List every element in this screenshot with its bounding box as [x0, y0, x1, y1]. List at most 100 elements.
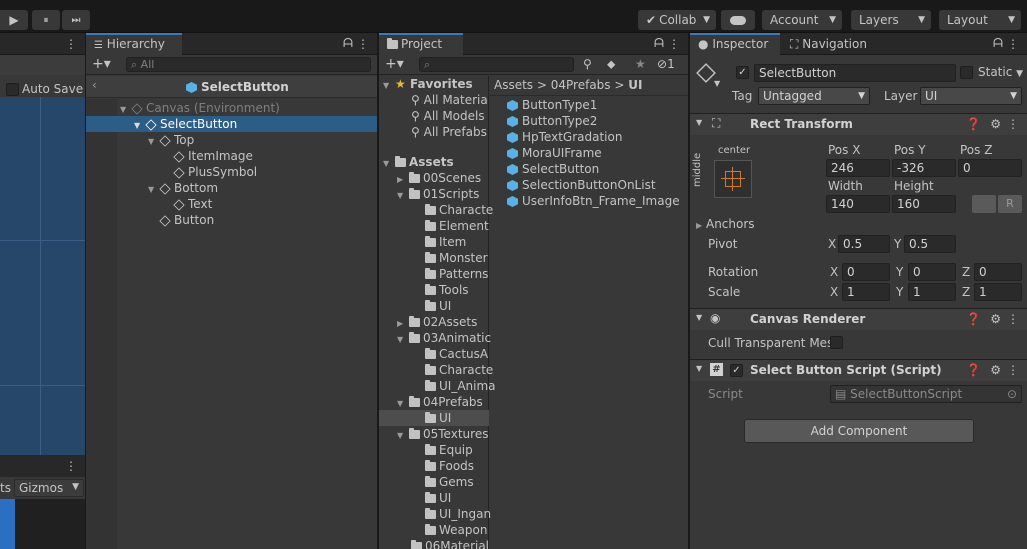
folder-item[interactable]: ▼ 04Prefabs: [397, 394, 483, 410]
raw-edit-button[interactable]: R: [998, 195, 1022, 213]
file-item[interactable]: ButtonType2: [507, 113, 597, 129]
hierarchy-item[interactable]: PlusSymbol: [173, 164, 257, 180]
file-item[interactable]: SelectionButtonOnList: [507, 177, 656, 193]
add-component-button[interactable]: Add Component: [744, 419, 974, 443]
hierarchy-item[interactable]: Text: [173, 196, 212, 212]
pos-y-field[interactable]: -326: [892, 159, 956, 177]
kebab-menu-icon[interactable]: ⋮: [1007, 37, 1019, 51]
kebab-menu-icon[interactable]: ⋮: [65, 459, 77, 473]
height-field[interactable]: 160: [892, 195, 956, 213]
label-icon[interactable]: ⬥: [607, 57, 615, 72]
add-icon[interactable]: +▾: [385, 56, 404, 72]
object-picker-icon[interactable]: ⊙: [1007, 386, 1017, 402]
folder-item[interactable]: Equip: [425, 442, 473, 458]
cull-transparent-checkbox[interactable]: [830, 336, 843, 349]
folder-item[interactable]: Element: [425, 218, 489, 234]
cloud-button[interactable]: [721, 10, 755, 30]
scale-y-field[interactable]: 1: [908, 283, 956, 301]
lock-icon[interactable]: ᗩ: [343, 36, 353, 51]
favorite-item[interactable]: ⚲ All Materia: [411, 92, 488, 108]
hierarchy-item[interactable]: ▼ Bottom: [148, 180, 218, 196]
kebab-menu-icon[interactable]: ⋮: [357, 37, 369, 51]
presets-icon[interactable]: ⚙: [990, 312, 1001, 326]
folder-item[interactable]: Monster: [425, 250, 488, 266]
scale-z-field[interactable]: 1: [974, 283, 1022, 301]
layers-dropdown[interactable]: Layers ▼: [851, 10, 931, 30]
static-checkbox[interactable]: [960, 66, 973, 79]
canvas-renderer-header[interactable]: ▼ ◉ Canvas Renderer ❓ ⚙ ⋮: [690, 308, 1027, 330]
collab-dropdown[interactable]: ✔ Collab ▼: [638, 10, 716, 30]
folder-item[interactable]: ▶ 02Assets: [397, 314, 477, 330]
play-button[interactable]: ▶: [0, 10, 28, 30]
step-button[interactable]: ⏭: [62, 10, 90, 30]
rect-transform-header[interactable]: ▼ ⛶ Rect Transform ❓ ⚙ ⋮: [690, 113, 1027, 135]
static-label[interactable]: Static ▼: [978, 65, 1023, 79]
folder-item[interactable]: ▼ 03Animatic: [397, 330, 491, 346]
kebab-menu-icon[interactable]: ⋮: [65, 37, 77, 51]
file-item[interactable]: HpTextGradation: [507, 129, 622, 145]
file-item[interactable]: SelectButton: [507, 161, 599, 177]
pivot-y-field[interactable]: 0.5: [904, 235, 956, 253]
hierarchy-search-input[interactable]: ⌕ All: [126, 57, 371, 72]
folder-item[interactable]: Gems: [425, 474, 474, 490]
folder-item[interactable]: 06Material: [411, 538, 489, 549]
auto-save-checkbox[interactable]: [6, 83, 19, 96]
folder-item[interactable]: Tools: [425, 282, 469, 298]
lock-icon[interactable]: ᗩ: [654, 36, 664, 51]
pos-x-field[interactable]: 246: [826, 159, 890, 177]
add-icon[interactable]: +▾: [92, 56, 111, 72]
tab-hierarchy[interactable]: ☰ Hierarchy: [86, 33, 182, 55]
file-item[interactable]: ButtonType1: [507, 97, 597, 113]
hierarchy-item[interactable]: ▼ Canvas (Environment): [120, 100, 280, 116]
pause-button[interactable]: ⏸: [32, 10, 60, 30]
folder-item[interactable]: CactusA: [425, 346, 488, 362]
kebab-menu-icon[interactable]: ⋮: [1007, 363, 1019, 377]
hierarchy-item[interactable]: ▼ Top: [148, 132, 194, 148]
script-component-header[interactable]: ▼ # ✓ Select Button Script (Script) ❓ ⚙ …: [690, 359, 1027, 381]
presets-icon[interactable]: ⚙: [990, 117, 1001, 131]
assets-header[interactable]: ▼ Assets: [383, 154, 454, 170]
folder-item[interactable]: UI: [425, 298, 451, 314]
filter-type-icon[interactable]: ⚲: [583, 57, 592, 71]
gizmos-dropdown[interactable]: Gizmos ▼: [14, 479, 84, 497]
folder-item[interactable]: Characte: [425, 362, 493, 378]
folder-item[interactable]: ▶ 00Scenes: [397, 170, 481, 186]
account-dropdown[interactable]: Account ▼: [762, 10, 842, 30]
help-icon[interactable]: ❓: [966, 312, 981, 326]
folder-item[interactable]: ▼ 01Scripts: [397, 186, 479, 202]
hierarchy-item[interactable]: ItemImage: [173, 148, 253, 164]
favorite-item[interactable]: ⚲ All Models: [411, 108, 485, 124]
help-icon[interactable]: ❓: [966, 117, 981, 131]
folder-item[interactable]: ▼ 05Textures: [397, 426, 488, 442]
folder-item[interactable]: UI_Ingan: [425, 506, 491, 522]
hierarchy-item-selected[interactable]: ▼ SelectButton: [86, 116, 377, 132]
rotation-z-field[interactable]: 0: [974, 263, 1022, 281]
tab-project[interactable]: Project: [379, 33, 463, 55]
object-name-field[interactable]: SelectButton: [754, 64, 956, 82]
folder-item[interactable]: Patterns: [425, 266, 488, 282]
active-checkbox[interactable]: ✓: [736, 66, 749, 79]
folder-item[interactable]: Foods: [425, 458, 474, 474]
tab-navigation[interactable]: ⛶ Navigation: [782, 33, 882, 55]
kebab-menu-icon[interactable]: ⋮: [1007, 117, 1019, 131]
file-item[interactable]: UserInfoBtn_Frame_Image: [507, 193, 680, 209]
help-icon[interactable]: ❓: [966, 363, 981, 377]
scale-x-field[interactable]: 1: [842, 283, 890, 301]
folder-item[interactable]: Item: [425, 234, 466, 250]
folder-item[interactable]: Characte: [425, 202, 493, 218]
width-field[interactable]: 140: [826, 195, 890, 213]
folder-item[interactable]: Weapon: [425, 522, 487, 538]
tag-dropdown[interactable]: Untagged ▼: [758, 87, 870, 105]
star-icon[interactable]: ★: [635, 57, 646, 71]
lock-icon[interactable]: ᗩ: [993, 36, 1003, 51]
hidden-packages-icon[interactable]: ⊘1: [657, 57, 675, 71]
blueprint-mode-button[interactable]: [972, 195, 996, 213]
file-item[interactable]: MoraUIFrame: [507, 145, 602, 161]
layer-dropdown[interactable]: UI ▼: [920, 87, 1022, 105]
favorite-item[interactable]: ⚲ All Prefabs: [411, 124, 487, 140]
rotation-x-field[interactable]: 0: [842, 263, 890, 281]
anchors-foldout[interactable]: ▶ Anchors: [696, 217, 755, 231]
folder-item-selected[interactable]: UI: [379, 410, 489, 426]
layout-dropdown[interactable]: Layout ▼: [939, 10, 1021, 30]
pos-z-field[interactable]: 0: [958, 159, 1022, 177]
